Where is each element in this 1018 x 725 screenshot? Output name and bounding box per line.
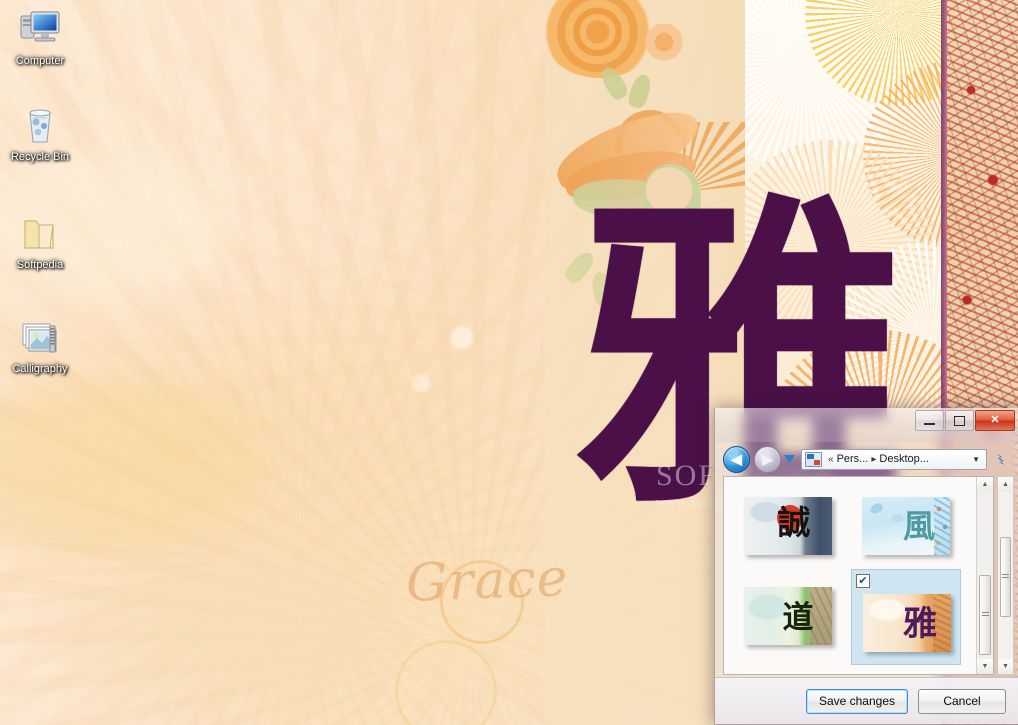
back-button[interactable]: ◀ — [723, 445, 750, 473]
breadcrumb-separator-icon: ▸ — [871, 453, 877, 465]
computer-icon — [17, 8, 63, 52]
thumbnail-image: 誠 — [744, 497, 832, 555]
wallpaper-thumbnail-item-selected[interactable]: ✔ 雅 — [851, 569, 961, 665]
desktop-icon-computer[interactable]: Computer — [2, 8, 78, 67]
thumbnail-character: 風 — [902, 507, 935, 545]
recent-pages-caret-icon[interactable] — [784, 454, 795, 465]
address-bar-input[interactable]: « Pers... ▸ Desktop... ▼ — [801, 448, 987, 470]
wallpaper-picker-window[interactable]: ✕ ◀ ▶ « Pers... ▸ Desktop... ▼ 誠 風 道 ✔ 雅… — [714, 408, 1018, 725]
thumbnail-character: 誠 — [777, 503, 811, 542]
window-title-bar[interactable]: ✕ — [715, 408, 1018, 442]
dialog-footer: Save changes Cancel — [715, 677, 1018, 724]
overflow-chevrons-icon[interactable]: « — [825, 454, 837, 465]
maximize-button[interactable] — [945, 410, 974, 431]
wallpaper-grace-text: Grace — [405, 548, 570, 614]
desktop-icon-calligraphy[interactable]: Calligraphy — [2, 316, 78, 375]
address-dropdown-caret-icon[interactable]: ▼ — [968, 455, 984, 464]
thumbnail-image: 風 — [862, 497, 950, 555]
folder-icon — [17, 212, 63, 256]
scroll-down-arrow-icon[interactable]: ▼ — [977, 659, 993, 674]
personalization-icon — [805, 451, 822, 467]
scrollbar-grip-icon — [1002, 574, 1009, 580]
list-scrollbar[interactable]: ▲ ▼ — [976, 477, 993, 674]
peony-flower-small — [641, 22, 687, 62]
wallpaper-thumbnail-item[interactable]: 道 — [736, 577, 840, 655]
desktop-icon-label: Calligraphy — [12, 363, 68, 375]
wallpaper-cloud — [60, 560, 390, 710]
window-scrollbar-thumb[interactable] — [1000, 537, 1011, 617]
thumbnail-image: 道 — [744, 587, 832, 645]
recycle-bin-icon — [17, 104, 63, 148]
minimize-button[interactable] — [915, 410, 944, 431]
desktop-icon-label: Recycle Bin — [10, 151, 70, 163]
close-button[interactable]: ✕ — [975, 410, 1015, 431]
list-scrollbar-thumb[interactable] — [979, 575, 991, 655]
wallpaper-thumbnail-grid[interactable]: 誠 風 道 ✔ 雅 — [724, 477, 976, 674]
scrollbar-grip-icon — [981, 612, 989, 618]
wallpaper-list-pane[interactable]: 誠 風 道 ✔ 雅 ▲ ▼ — [723, 476, 994, 675]
thumbnail-character: 雅 — [903, 604, 937, 644]
breadcrumb-personalization[interactable]: Pers... — [837, 453, 869, 465]
save-changes-button[interactable]: Save changes — [805, 688, 908, 714]
thumbnail-checkbox[interactable]: ✔ — [856, 574, 870, 588]
wallpaper-thumbnail-item[interactable]: 誠 — [736, 487, 840, 565]
cancel-button[interactable]: Cancel — [918, 688, 1006, 714]
window-scroll-up-arrow-icon[interactable]: ▲ — [998, 477, 1013, 492]
desktop-icon-label: Softpedia — [16, 259, 64, 271]
wallpaper-thumbnail-item[interactable]: 風 — [854, 487, 958, 565]
window-scroll-down-arrow-icon[interactable]: ▼ — [998, 659, 1013, 674]
zipped-images-icon — [17, 316, 63, 360]
window-scrollbar[interactable]: ▲ ▼ — [997, 476, 1014, 675]
navigation-bar: ◀ ▶ « Pers... ▸ Desktop... ▼ — [723, 444, 1012, 474]
window-controls: ✕ — [914, 410, 1015, 431]
refresh-icon[interactable] — [990, 448, 1012, 470]
forward-button[interactable]: ▶ — [754, 445, 781, 473]
scroll-up-arrow-icon[interactable]: ▲ — [977, 477, 993, 492]
desktop-icon-label: Computer — [15, 55, 65, 67]
thumbnail-character: 道 — [782, 600, 814, 636]
breadcrumb-desktop-background[interactable]: Desktop... — [879, 453, 929, 465]
desktop-icon-recycle-bin[interactable]: Recycle Bin — [2, 104, 78, 163]
desktop-icon-softpedia[interactable]: Softpedia — [2, 212, 78, 271]
thumbnail-image: 雅 — [863, 594, 951, 652]
